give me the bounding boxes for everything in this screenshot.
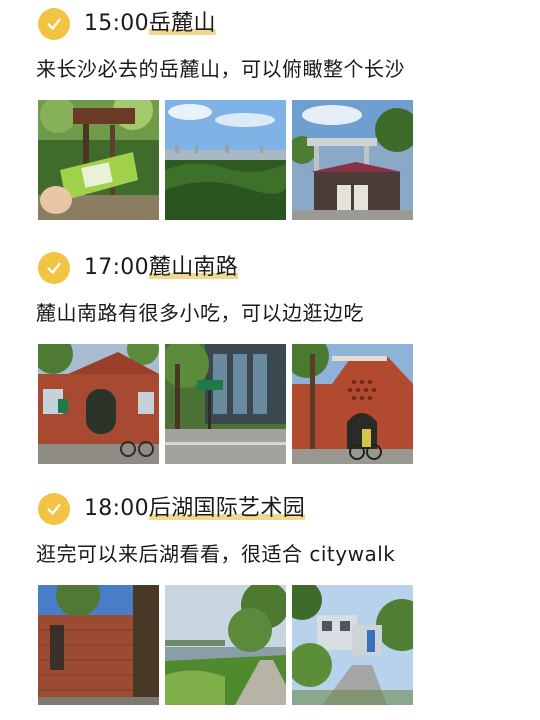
stop-description: 来长沙必去的岳麓山，可以俯瞰整个长沙 (36, 57, 405, 81)
pavilion-entrance-photo[interactable] (292, 100, 413, 220)
forest-ticket-photo[interactable] (38, 100, 159, 220)
stop-description: 麓山南路有很多小吃，可以边逛边吃 (36, 301, 364, 325)
stop-time: 18:00 (84, 496, 149, 521)
city-overlook-photo[interactable] (165, 100, 286, 220)
stop-heading: 17:00 麓山南路 (38, 252, 238, 284)
brick-wall-photo[interactable] (38, 585, 159, 705)
check-icon (38, 8, 70, 40)
stop-time: 17:00 (84, 255, 149, 280)
stop-place: 后湖国际艺术园 (148, 496, 306, 521)
stop-place: 麓山南路 (148, 255, 239, 280)
stop-heading: 15:00 岳麓山 (38, 8, 216, 40)
village-road-photo[interactable] (292, 585, 413, 705)
photo-row (38, 100, 413, 220)
brick-arch-photo[interactable] (292, 344, 413, 464)
check-icon (38, 493, 70, 525)
stop-time: 15:00 (84, 11, 149, 36)
stop-heading: 18:00 后湖国际艺术园 (38, 493, 305, 525)
photo-row (38, 585, 413, 705)
stop-description: 逛完可以来后湖看看，很适合 citywalk (36, 542, 396, 566)
check-icon (38, 252, 70, 284)
lakeside-path-photo[interactable] (165, 585, 286, 705)
photo-row (38, 344, 413, 464)
brick-building-photo[interactable] (38, 344, 159, 464)
street-sign-photo[interactable] (165, 344, 286, 464)
itinerary-page: 15:00 岳麓山 来长沙必去的岳麓山，可以俯瞰整个长沙 17:00 麓山南路 … (0, 0, 540, 720)
stop-place: 岳麓山 (148, 11, 216, 36)
